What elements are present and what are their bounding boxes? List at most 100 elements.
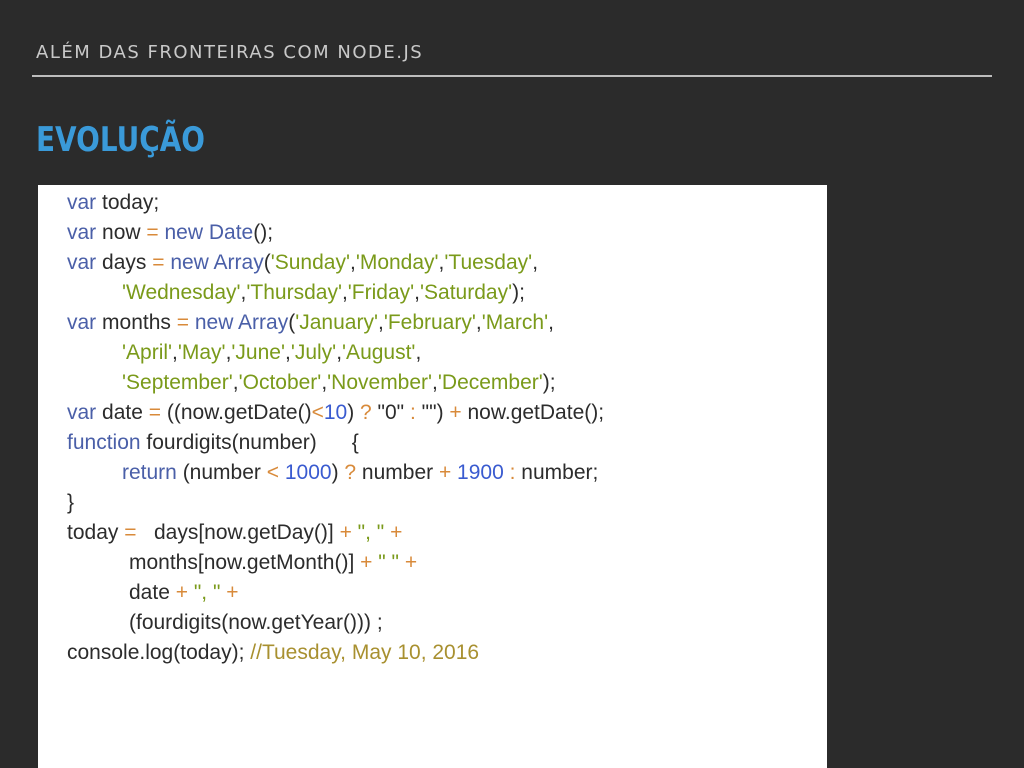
code-token: var	[67, 191, 97, 214]
code-token: +	[339, 521, 352, 544]
code-token: 1900	[451, 461, 504, 484]
code-token: +	[175, 581, 188, 604]
code-line: var now = new Date();	[67, 221, 273, 245]
code-token: +	[226, 581, 239, 604]
code-token: =	[176, 311, 189, 334]
code-token: ", "	[351, 521, 391, 544]
code-line: date + ", " +	[129, 581, 239, 605]
code-token: 'February'	[383, 311, 476, 334]
code-token: months	[96, 311, 177, 334]
code-token: Array	[238, 311, 289, 334]
code-token: date	[96, 401, 149, 424]
code-token: " "	[372, 551, 405, 574]
code-token: ?	[344, 461, 357, 484]
code-token: <	[266, 461, 279, 484]
code-token: 'June'	[231, 341, 285, 364]
code-token: 'August'	[342, 341, 416, 364]
code-token: ,	[548, 311, 554, 334]
code-token: =	[148, 401, 161, 424]
code-token: var	[67, 251, 97, 274]
code-token: 'January'	[295, 311, 378, 334]
code-token: 'Monday'	[355, 251, 439, 274]
code-token: today;	[96, 191, 160, 214]
code-token: //Tuesday, May 10, 2016	[250, 641, 480, 664]
code-token: +	[360, 551, 373, 574]
code-line: return (number < 1000) ? number + 1900 :…	[122, 461, 598, 485]
code-line: months[now.getMonth()] + " " +	[129, 551, 417, 575]
code-token: :	[503, 461, 516, 484]
code-token: var	[67, 311, 97, 334]
code-token: now.getDate();	[461, 401, 605, 424]
code-line: var days = new Array('Sunday','Monday','…	[67, 251, 538, 275]
code-token: );	[512, 281, 525, 304]
code-token: 'Tuesday'	[444, 251, 533, 274]
code-token: )	[436, 401, 450, 424]
code-line: }	[67, 491, 74, 515]
code-line: function fourdigits(number) {	[67, 431, 359, 455]
code-token: Date	[208, 221, 254, 244]
presentation-title: ALÉM DAS FRONTEIRAS COM NODE.JS	[36, 42, 424, 63]
code-token: 'Sunday'	[270, 251, 350, 274]
code-token: today	[67, 521, 125, 544]
code-token: 'March'	[481, 311, 549, 334]
code-token: 'April'	[122, 341, 173, 364]
code-token: "0"	[371, 401, 410, 424]
code-line: (fourdigits(now.getYear())) ;	[129, 611, 383, 635]
code-token: 'May'	[177, 341, 226, 364]
code-token: now	[96, 221, 147, 244]
code-token: 'July'	[290, 341, 337, 364]
code-line: 'Wednesday','Thursday','Friday','Saturda…	[122, 281, 525, 305]
code-token: 'October'	[238, 371, 322, 394]
code-token: ((now.getDate()	[161, 401, 312, 424]
code-token: fourdigits(number) {	[140, 431, 359, 454]
code-token: function	[67, 431, 141, 454]
code-token: new	[164, 251, 214, 274]
code-token: =	[152, 251, 165, 274]
code-token: }	[67, 491, 75, 514]
code-token: 'September'	[122, 371, 233, 394]
code-token: days[now.getDay()]	[136, 521, 340, 544]
code-token: 'November'	[327, 371, 433, 394]
code-token: Array	[213, 251, 264, 274]
code-token: number;	[515, 461, 599, 484]
code-token: +	[404, 551, 418, 574]
code-token: +	[390, 521, 403, 544]
code-token: )	[347, 401, 361, 424]
code-token: new	[189, 311, 239, 334]
code-token: ();	[253, 221, 274, 244]
code-token: 'Friday'	[347, 281, 415, 304]
section-title: EVOLUÇÃO	[36, 120, 205, 160]
code-token: 1000	[279, 461, 332, 484]
code-token: )	[331, 461, 345, 484]
code-token: 'Wednesday'	[122, 281, 241, 304]
code-token: ,	[415, 341, 422, 364]
code-line: var date = ((now.getDate()<10) ? "0" : "…	[67, 401, 604, 425]
code-token: months[now.getMonth()]	[129, 551, 361, 574]
code-token: 'Thursday'	[246, 281, 342, 304]
code-token: +	[449, 401, 462, 424]
code-token: var	[67, 221, 97, 244]
code-token: (number	[176, 461, 267, 484]
code-token: ,	[532, 251, 539, 274]
code-token: days	[96, 251, 153, 274]
header-divider	[32, 75, 992, 77]
slide: ALÉM DAS FRONTEIRAS COM NODE.JS EVOLUÇÃO…	[0, 0, 1024, 768]
code-token: console.log(today);	[67, 641, 251, 664]
code-token: 'Saturday'	[420, 281, 513, 304]
code-token: 10	[323, 401, 348, 424]
code-token: var	[67, 401, 97, 424]
code-token: 'December'	[437, 371, 543, 394]
code-line: 'September','October','November','Decemb…	[122, 371, 556, 395]
code-line: today = days[now.getDay()] + ", " +	[67, 521, 402, 545]
code-line: var months = new Array('January','Februa…	[67, 311, 554, 335]
code-line: var today;	[67, 191, 159, 215]
code-token: +	[438, 461, 452, 484]
code-line: 'April','May','June','July','August',	[122, 341, 421, 365]
code-token: new	[158, 221, 209, 244]
code-token: number	[356, 461, 439, 484]
code-token: ", "	[187, 581, 227, 604]
code-line: console.log(today); //Tuesday, May 10, 2…	[67, 641, 479, 665]
code-token: (fourdigits(now.getYear())) ;	[129, 611, 383, 634]
code-image: var today; var now = new Date(); var day…	[38, 185, 827, 768]
code-token: date	[129, 581, 176, 604]
